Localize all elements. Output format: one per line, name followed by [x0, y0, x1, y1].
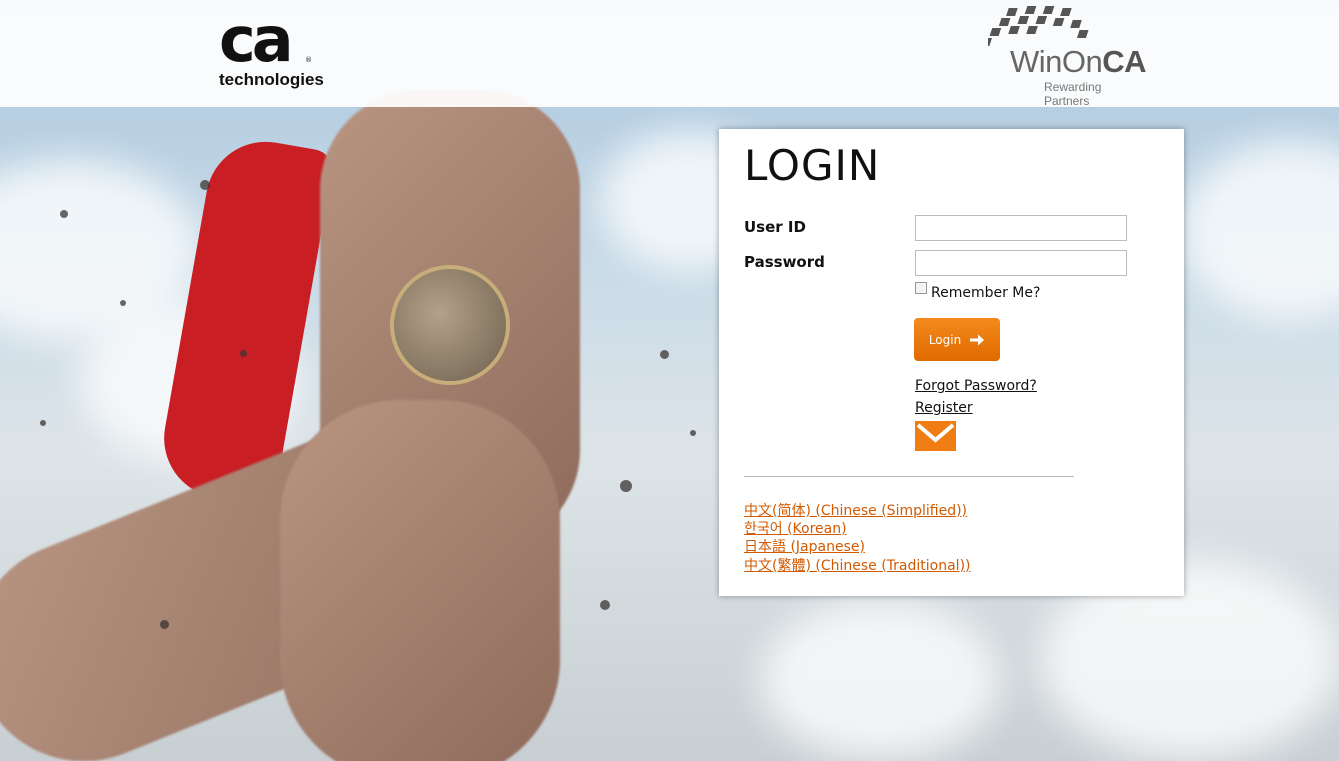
language-link-japanese[interactable]: 日本語 (Japanese)	[744, 536, 865, 556]
winonca-wordmark-light: WinOn	[1010, 44, 1103, 79]
winonca-tagline: Rewarding Partners	[1044, 80, 1102, 108]
password-label: Password	[744, 253, 825, 271]
language-link-korean[interactable]: 한국어 (Korean)	[744, 518, 847, 538]
winonca-logo: WinOnCA Rewarding Partners	[988, 4, 1148, 108]
login-title: LOGIN	[744, 141, 881, 190]
user-id-input[interactable]	[915, 215, 1127, 241]
header-bar: ca ® technologies WinOnCA Rewarding Part…	[0, 0, 1339, 108]
ca-logo-registered: ®	[305, 56, 312, 64]
password-input[interactable]	[915, 250, 1127, 276]
winonca-wordmark-bold: CA	[1102, 44, 1147, 79]
forgot-password-link[interactable]: Forgot Password?	[915, 378, 1037, 394]
winonca-wordmark: WinOnCA	[1010, 44, 1147, 80]
remember-me-label: Remember Me?	[931, 285, 1041, 301]
ca-technologies-logo: ca ® technologies	[219, 3, 324, 94]
divider	[744, 476, 1074, 477]
login-panel: LOGIN User ID Password Remember Me? Logi…	[719, 129, 1184, 596]
language-link-chinese-simplified[interactable]: 中文(简体) (Chinese (Simplified))	[744, 500, 967, 520]
login-button[interactable]: Login	[914, 318, 1000, 361]
ca-logo-mark: ca	[219, 3, 294, 76]
register-link[interactable]: Register	[915, 400, 973, 416]
login-button-label: Login	[928, 332, 962, 347]
envelope-icon[interactable]	[915, 421, 956, 451]
remember-me-checkbox[interactable]	[915, 282, 927, 294]
user-id-label: User ID	[744, 218, 806, 236]
ca-logo-subtitle: technologies	[219, 70, 324, 89]
arrow-right-icon	[969, 333, 985, 347]
language-link-chinese-traditional[interactable]: 中文(繁體) (Chinese (Traditional))	[744, 555, 971, 575]
